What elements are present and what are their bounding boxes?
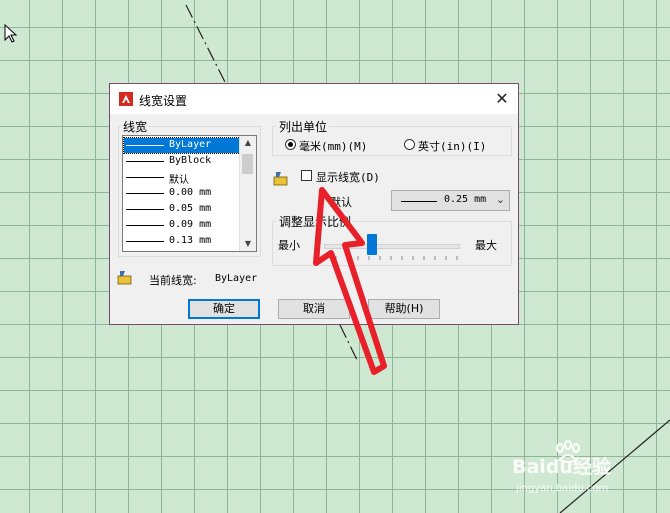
watermark-brand: Baidu经验 bbox=[512, 456, 611, 478]
watermark: Baidu经验 jingyan.baidu.com bbox=[512, 440, 662, 500]
watermark-url: jingyan.baidu.com bbox=[516, 483, 609, 494]
annotation-arrow-icon bbox=[313, 187, 387, 375]
